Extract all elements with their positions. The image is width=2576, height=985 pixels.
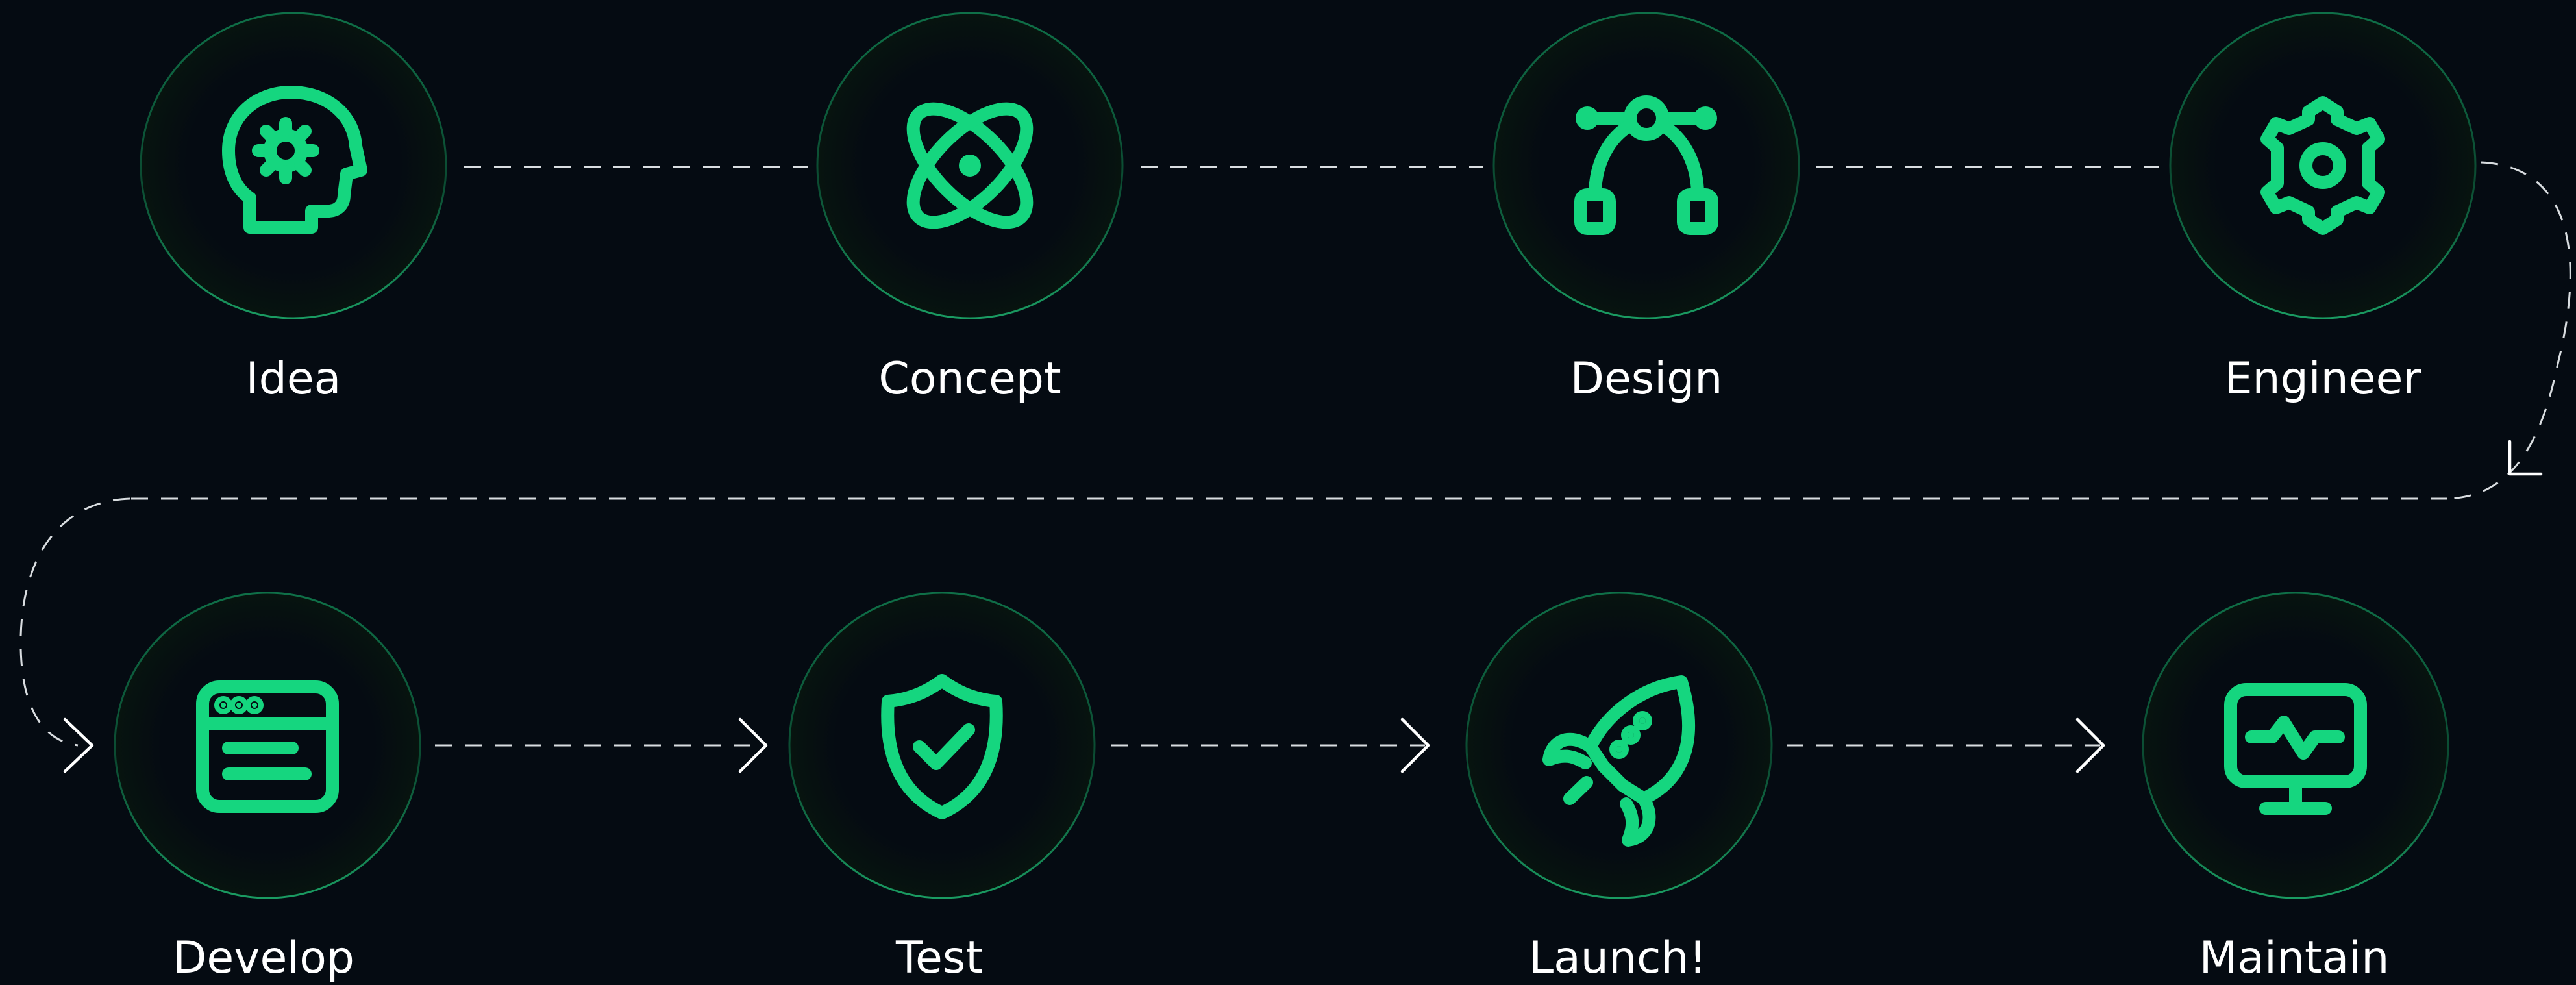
process-diagram <box>19 12 2571 899</box>
step-ring-engineer <box>2169 12 2477 319</box>
arrowhead-engineer-return <box>2508 440 2543 476</box>
step-label-maintain: Maintain <box>2199 932 2390 984</box>
step-label-concept: Concept <box>878 353 1061 405</box>
step-label-design: Design <box>1570 353 1723 405</box>
arrowhead-into-develop <box>63 717 94 773</box>
step-label-test: Test <box>896 932 983 984</box>
step-label-develop: Develop <box>173 932 354 984</box>
step-label-idea: Idea <box>245 353 341 405</box>
step-ring-test <box>788 592 1096 899</box>
process-flow: Idea Concept Design Engineer Develop Tes… <box>0 0 2576 985</box>
step-label-launch: Launch! <box>1529 932 1707 984</box>
step-label-engineer: Engineer <box>2224 353 2421 405</box>
connector-return-curve <box>19 497 130 747</box>
step-ring-design <box>1492 12 1800 319</box>
